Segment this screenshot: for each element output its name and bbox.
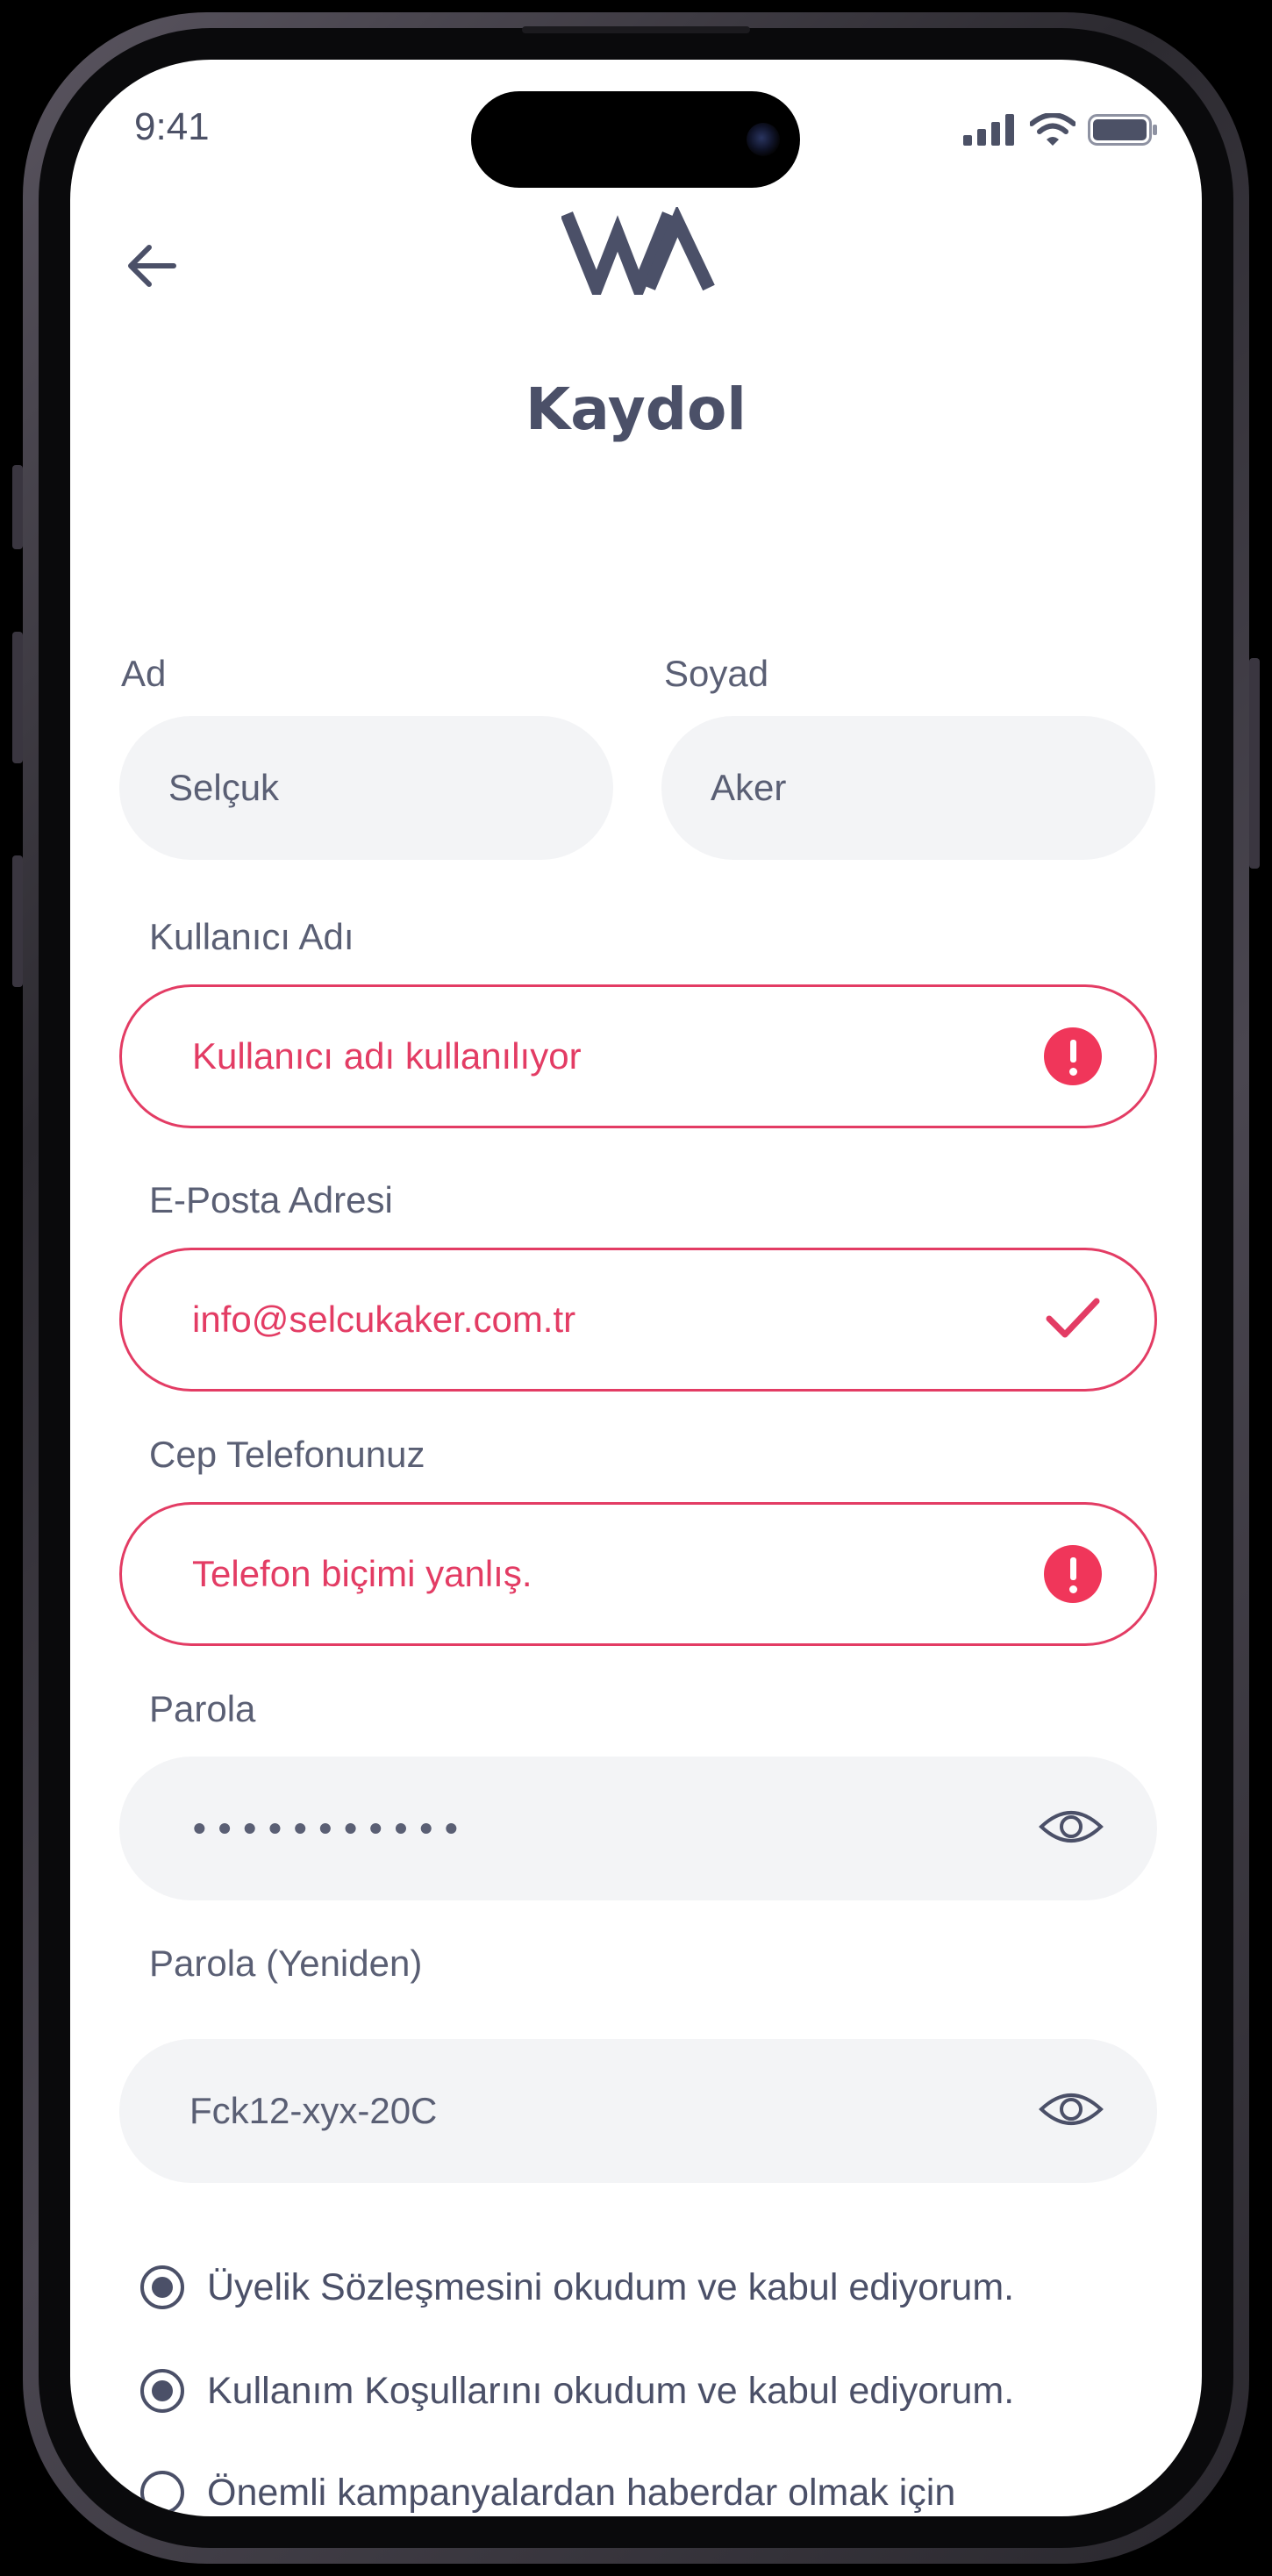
phone-label: Cep Telefonunuz: [149, 1434, 425, 1475]
front-camera: [747, 123, 780, 156]
speaker-slit: [522, 26, 750, 33]
wifi-icon: [1030, 113, 1075, 146]
screen: 9:41 Kaydol Ad Soyad Selçuk Aker Kullanı…: [70, 60, 1202, 2516]
agreement-terms[interactable]: Kullanım Koşullarını okudum ve kabul edi…: [140, 2369, 1014, 2413]
volume-down-button: [12, 855, 23, 987]
agreement-text: Üyelik Sözleşmesini okudum ve kabul ediy…: [207, 2265, 1015, 2308]
password-field[interactable]: •••••••••••: [119, 1757, 1157, 1900]
eye-icon[interactable]: [1038, 2088, 1104, 2130]
alert-icon: [1044, 1027, 1102, 1085]
signal-icon: [963, 114, 1014, 146]
radio-checked[interactable]: [140, 2265, 184, 2309]
status-time: 9:41: [134, 105, 210, 148]
last-name-value: Aker: [711, 767, 787, 808]
dynamic-island: [471, 91, 800, 188]
password-label: Parola: [149, 1688, 256, 1729]
last-name-label: Soyad: [664, 653, 769, 694]
eye-icon[interactable]: [1038, 1806, 1104, 1848]
password-repeat-value: Fck12-xyx-20C: [189, 2090, 438, 2131]
radio-unchecked[interactable]: [140, 2471, 184, 2515]
password-value: •••••••••••: [193, 1807, 470, 1849]
battery-icon: [1088, 114, 1157, 146]
email-label: E-Posta Adresi: [149, 1179, 393, 1220]
page-title: Kaydol: [525, 376, 747, 443]
alert-icon: [1044, 1545, 1102, 1603]
agreement-text: Kullanım Koşullarını okudum ve kabul edi…: [207, 2369, 1015, 2412]
first-name-value: Selçuk: [168, 767, 280, 808]
first-name-label: Ad: [121, 653, 167, 694]
phone-field[interactable]: Telefon biçimi yanlış.: [119, 1502, 1157, 1646]
last-name-field[interactable]: Aker: [661, 716, 1155, 860]
agreement-membership[interactable]: Üyelik Sözleşmesini okudum ve kabul ediy…: [140, 2265, 1014, 2309]
volume-up-button: [12, 632, 23, 763]
agreement-campaigns[interactable]: Önemli kampanyalardan haberdar olmak içi…: [140, 2471, 955, 2515]
brand-logo: [561, 207, 715, 295]
password-repeat-label: Parola (Yeniden): [149, 1943, 423, 1984]
radio-checked[interactable]: [140, 2369, 184, 2413]
first-name-field[interactable]: Selçuk: [119, 716, 613, 860]
phone-error-text: Telefon biçimi yanlış.: [192, 1553, 532, 1594]
username-error-text: Kullanıcı adı kullanılıyor: [192, 1035, 582, 1077]
status-icons: [963, 112, 1158, 147]
back-arrow-icon[interactable]: [121, 235, 182, 297]
password-repeat-field[interactable]: Fck12-xyx-20C: [119, 2039, 1157, 2183]
action-button: [12, 465, 23, 549]
username-field[interactable]: Kullanıcı adı kullanılıyor: [119, 984, 1157, 1128]
username-label: Kullanıcı Adı: [149, 916, 354, 957]
agreement-text: Önemli kampanyalardan haberdar olmak içi…: [207, 2471, 956, 2514]
power-button: [1249, 658, 1260, 869]
email-value: info@selcukaker.com.tr: [192, 1299, 576, 1340]
email-field[interactable]: info@selcukaker.com.tr: [119, 1248, 1157, 1392]
check-icon: [1046, 1298, 1100, 1338]
